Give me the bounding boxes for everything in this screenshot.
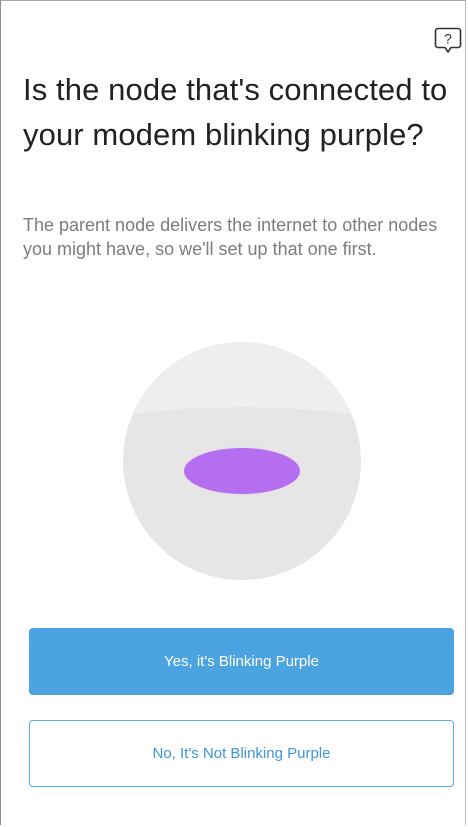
yes-blinking-purple-button[interactable]: Yes, it's Blinking Purple — [29, 628, 454, 695]
node-top-surface — [123, 342, 361, 416]
help-icon[interactable]: ? — [433, 25, 463, 55]
question-bubble-icon: ? — [434, 27, 462, 53]
page-title: Is the node that's connected to your mod… — [23, 72, 448, 152]
node-illustration — [123, 342, 361, 580]
not-blinking-purple-button[interactable]: No, It's Not Blinking Purple — [29, 720, 454, 787]
purple-light — [184, 448, 300, 494]
svg-text:?: ? — [444, 31, 452, 47]
screen-frame: ? Is the node that's connected to your m… — [0, 0, 466, 825]
page-description: The parent node delivers the internet to… — [23, 215, 438, 259]
